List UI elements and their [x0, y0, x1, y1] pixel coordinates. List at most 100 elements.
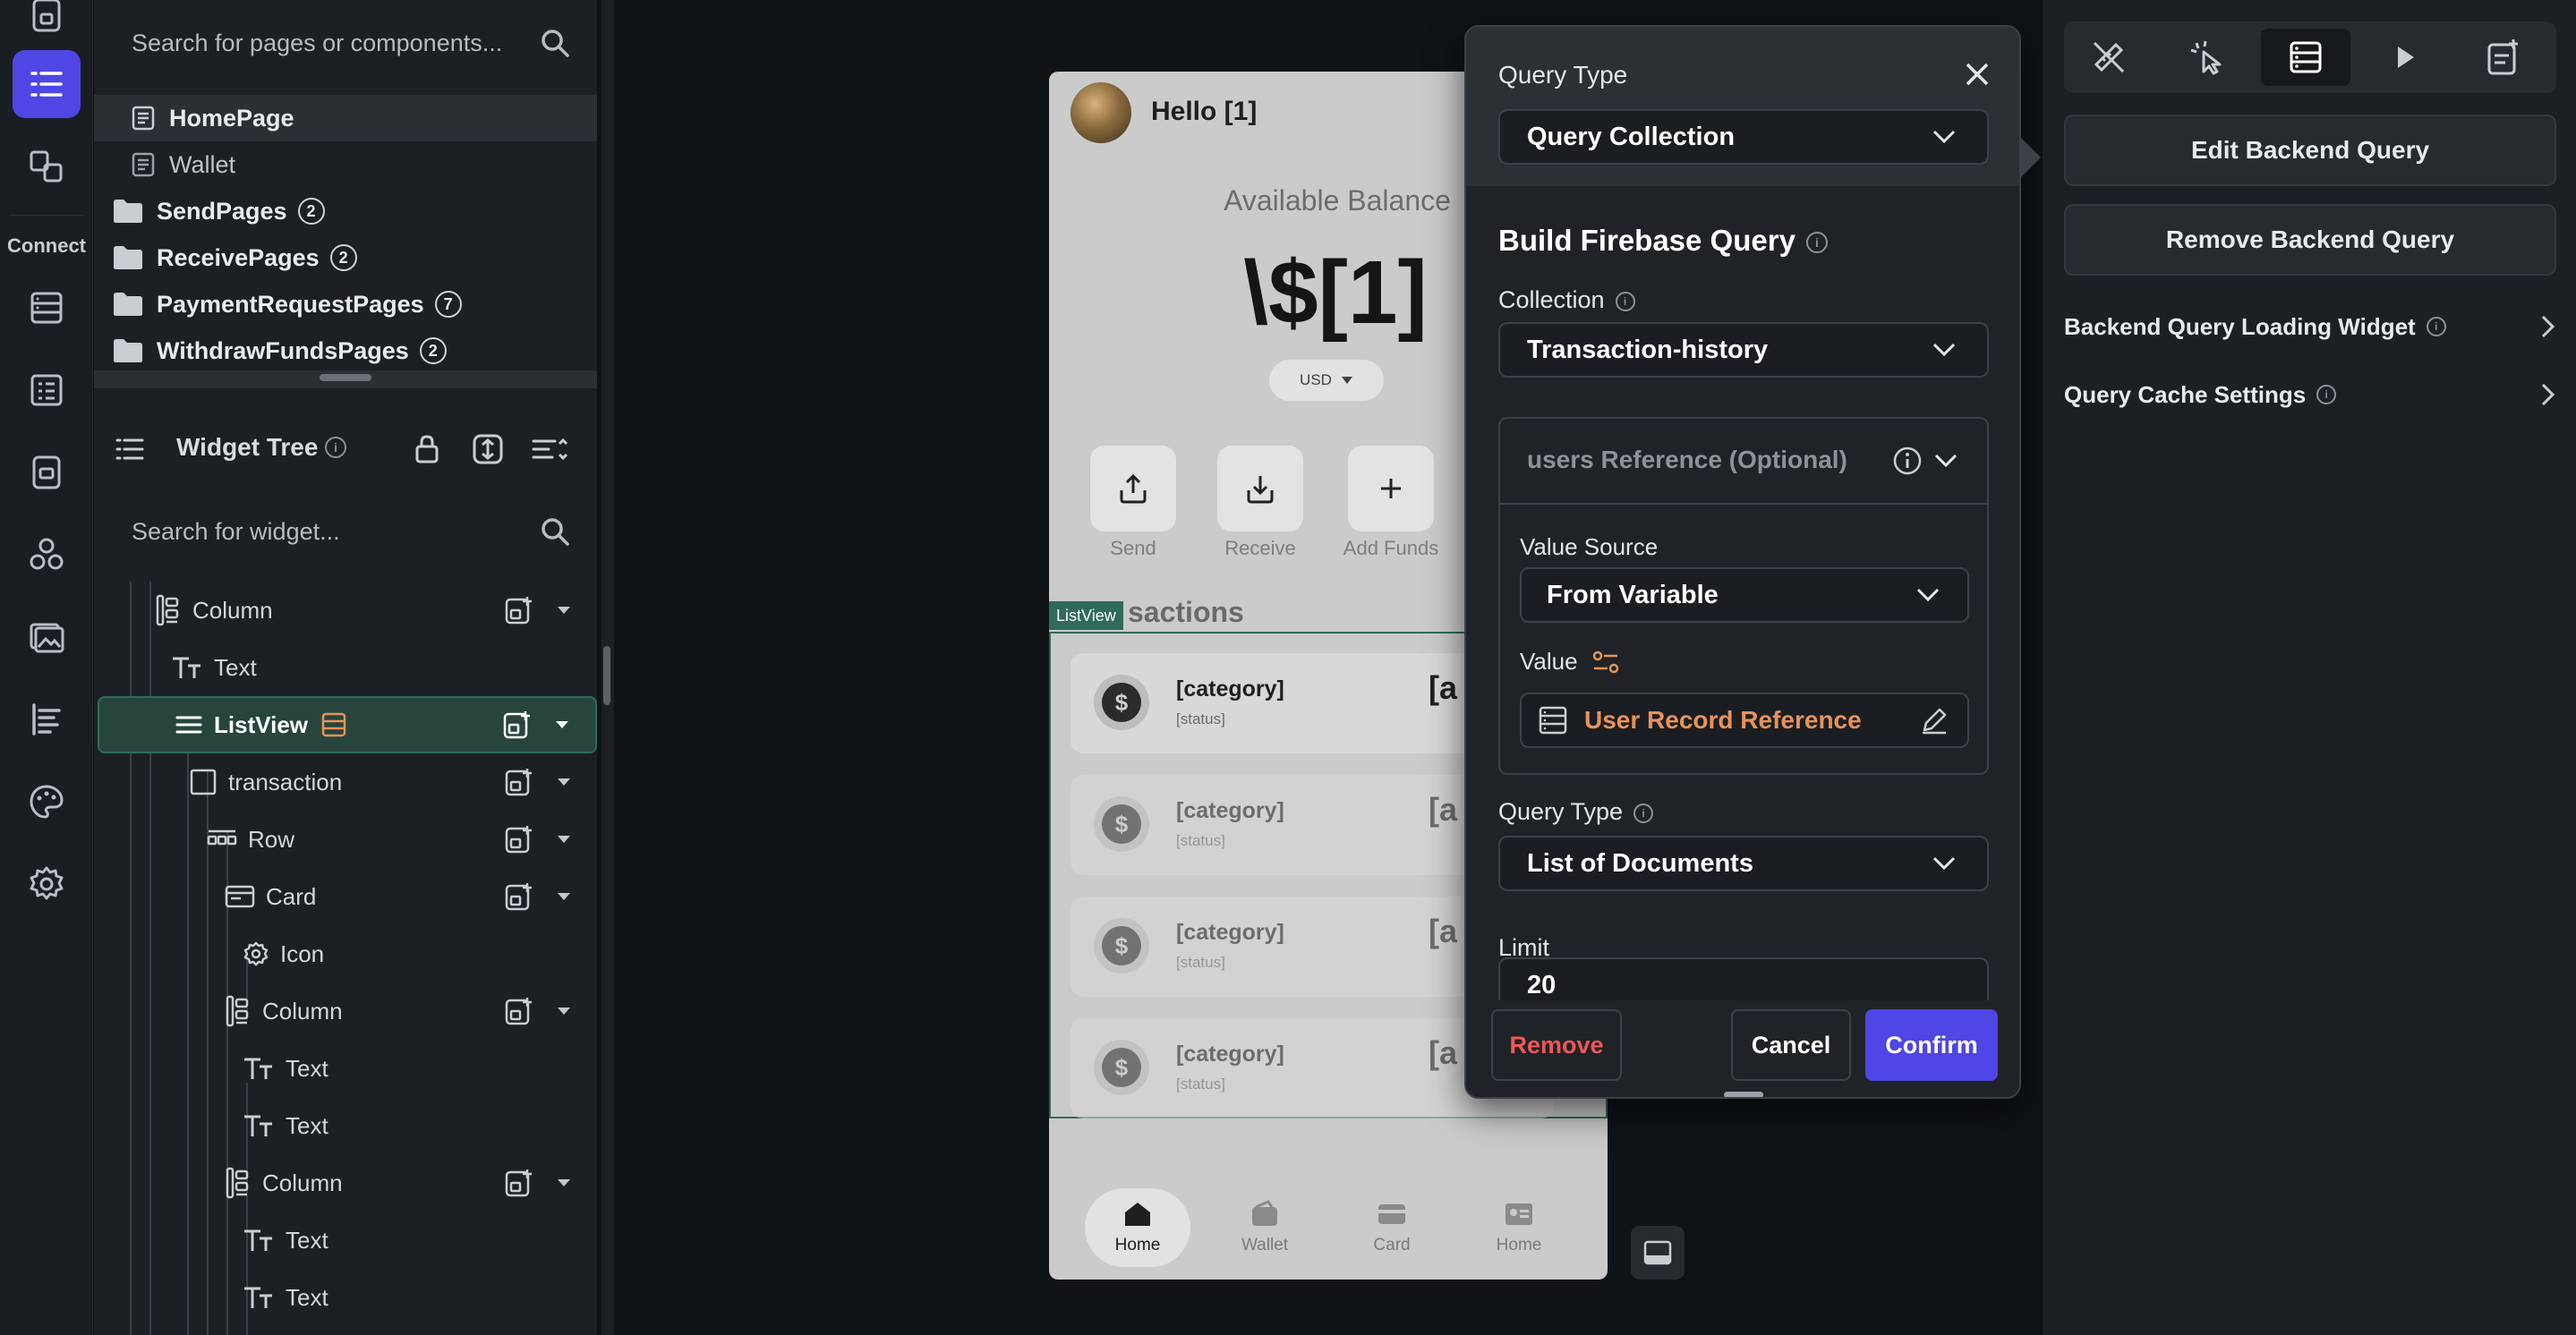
add-child-icon[interactable]	[504, 595, 534, 625]
page-item-homepage[interactable]: HomePage	[94, 95, 597, 141]
folder-paymentrequestpages[interactable]: PaymentRequestPages 7	[94, 281, 597, 327]
tab-backend-query[interactable]	[2261, 29, 2350, 86]
remove-button[interactable]: Remove	[1491, 1009, 1622, 1081]
media-assets-icon[interactable]	[13, 603, 81, 671]
theme-icon[interactable]	[13, 768, 81, 836]
tree-node-text[interactable]: Text	[94, 1097, 597, 1154]
limit-value[interactable]: 20	[1527, 971, 1556, 1000]
filter-sort-icon[interactable]	[531, 433, 570, 465]
tree-node-text[interactable]: Text	[94, 1040, 597, 1097]
tree-node-text[interactable]: Text	[94, 639, 597, 696]
tree-node-card[interactable]: Card	[94, 868, 597, 925]
page-search[interactable]: Search for pages or components...	[94, 0, 597, 86]
close-icon[interactable]	[1964, 61, 1991, 88]
folder-receivepages[interactable]: ReceivePages 2	[94, 234, 597, 281]
tree-node-text[interactable]: Text	[94, 1269, 597, 1326]
caret-down-icon[interactable]	[558, 607, 570, 614]
tab-actions[interactable]	[2162, 29, 2252, 86]
tree-node-column[interactable]: Column	[94, 982, 597, 1040]
tree-node-label: Text	[286, 1111, 328, 1139]
caret-down-icon[interactable]	[558, 836, 570, 843]
caret-down-icon[interactable]	[558, 1179, 570, 1186]
tree-node-column[interactable]: Column	[94, 1154, 597, 1212]
folder-withdrawfundspages[interactable]: WithdrawFundsPages 2	[94, 327, 597, 374]
storyboard-icon[interactable]	[13, 685, 81, 753]
collection-select[interactable]: Transaction-history	[1498, 322, 1989, 378]
widget-search-input[interactable]: Search for widget...	[132, 518, 340, 546]
transactions-heading[interactable]: sactions	[1128, 596, 1244, 629]
add-child-icon[interactable]	[504, 996, 534, 1026]
chevron-down-icon[interactable]	[1933, 453, 1958, 469]
tab-notes[interactable]	[2458, 29, 2547, 86]
lock-icon[interactable]	[413, 433, 441, 465]
greeting-text[interactable]: Hello [1]	[1151, 97, 1257, 127]
value-field[interactable]: User Record Reference	[1520, 693, 1969, 748]
receive-button[interactable]	[1217, 446, 1303, 531]
tab-animations[interactable]	[2359, 29, 2449, 86]
info-icon[interactable]: i	[325, 437, 346, 458]
tree-node-text[interactable]: Text	[94, 1212, 597, 1269]
tree-node-icon[interactable]: Icon	[94, 925, 597, 982]
tree-node-transaction[interactable]: transaction	[94, 753, 597, 811]
caret-down-icon[interactable]	[556, 721, 568, 728]
toggle-panel-button[interactable]	[1631, 1226, 1685, 1280]
edit-pencil-icon[interactable]	[1919, 705, 1949, 736]
left-panel-scrollbar[interactable]	[601, 0, 614, 1335]
caret-down-icon[interactable]	[558, 893, 570, 900]
nav-item-home-2[interactable]: Home	[1466, 1188, 1572, 1267]
folder-sendpages[interactable]: SendPages 2	[94, 188, 597, 234]
tab-properties[interactable]	[2064, 29, 2154, 86]
query-type-select[interactable]: Query Collection	[1498, 109, 1989, 165]
edit-backend-query-button[interactable]: Edit Backend Query	[2064, 115, 2556, 186]
scrollbar-thumb[interactable]	[603, 646, 610, 705]
value-source-select[interactable]: From Variable	[1520, 567, 1969, 623]
page-icon[interactable]	[13, 0, 81, 50]
tree-node-column[interactable]: Column	[94, 582, 597, 639]
add-child-icon[interactable]	[504, 767, 534, 797]
app-state-icon[interactable]	[13, 438, 81, 506]
search-icon[interactable]	[540, 516, 570, 547]
widget-tree-tab-icon[interactable]	[13, 50, 81, 118]
add-child-icon[interactable]	[504, 1168, 534, 1198]
info-icon[interactable]: i	[2316, 385, 2337, 404]
confirm-button[interactable]: Confirm	[1865, 1009, 1998, 1081]
nav-item-card[interactable]: Card	[1339, 1188, 1445, 1267]
caret-down-icon[interactable]	[558, 778, 570, 786]
widget-search[interactable]: Search for widget...	[94, 489, 597, 574]
variable-icon[interactable]	[1592, 650, 1619, 675]
popup-grip-bottom[interactable]	[1724, 1092, 1763, 1097]
nav-item-wallet[interactable]: Wallet	[1212, 1188, 1318, 1267]
panel-drag-handle[interactable]	[320, 374, 371, 381]
caret-down-icon[interactable]	[558, 1008, 570, 1015]
add-child-icon[interactable]	[504, 881, 534, 912]
expand-collapse-icon[interactable]	[472, 433, 504, 465]
nav-item-home[interactable]: Home	[1085, 1188, 1190, 1267]
api-calls-icon[interactable]	[13, 356, 81, 424]
query-cache-row[interactable]: Query Cache Settings i	[2064, 372, 2556, 417]
cancel-button[interactable]: Cancel	[1731, 1009, 1851, 1081]
info-icon[interactable]: i	[1805, 232, 1828, 254]
settings-gear-icon[interactable]	[13, 850, 81, 918]
users-reference-header[interactable]: users Reference (Optional)	[1500, 419, 1987, 505]
send-button[interactable]	[1090, 446, 1176, 531]
add-funds-button[interactable]	[1348, 446, 1434, 531]
firestore-icon[interactable]	[13, 274, 81, 342]
tree-node-row[interactable]: Row	[94, 811, 597, 868]
info-icon[interactable]: i	[1633, 803, 1654, 823]
info-icon[interactable]: i	[2426, 317, 2446, 336]
add-child-icon[interactable]	[502, 710, 533, 740]
avatar[interactable]	[1070, 82, 1131, 143]
remove-backend-query-button[interactable]: Remove Backend Query	[2064, 204, 2556, 276]
loading-widget-row[interactable]: Backend Query Loading Widget i	[2064, 304, 2556, 349]
add-child-icon[interactable]	[504, 824, 534, 855]
currency-dropdown[interactable]: USD	[1269, 360, 1384, 401]
components-icon[interactable]	[13, 132, 81, 200]
tree-node-listview[interactable]: ListView	[98, 696, 597, 753]
custom-code-icon[interactable]	[13, 521, 81, 589]
search-icon[interactable]	[540, 28, 570, 58]
page-item-wallet[interactable]: Wallet	[94, 141, 597, 188]
info-icon[interactable]: i	[1615, 291, 1635, 311]
query-type-documents-select[interactable]: List of Documents	[1498, 836, 1989, 891]
info-icon[interactable]	[1892, 446, 1923, 476]
page-search-input[interactable]: Search for pages or components...	[132, 30, 502, 57]
